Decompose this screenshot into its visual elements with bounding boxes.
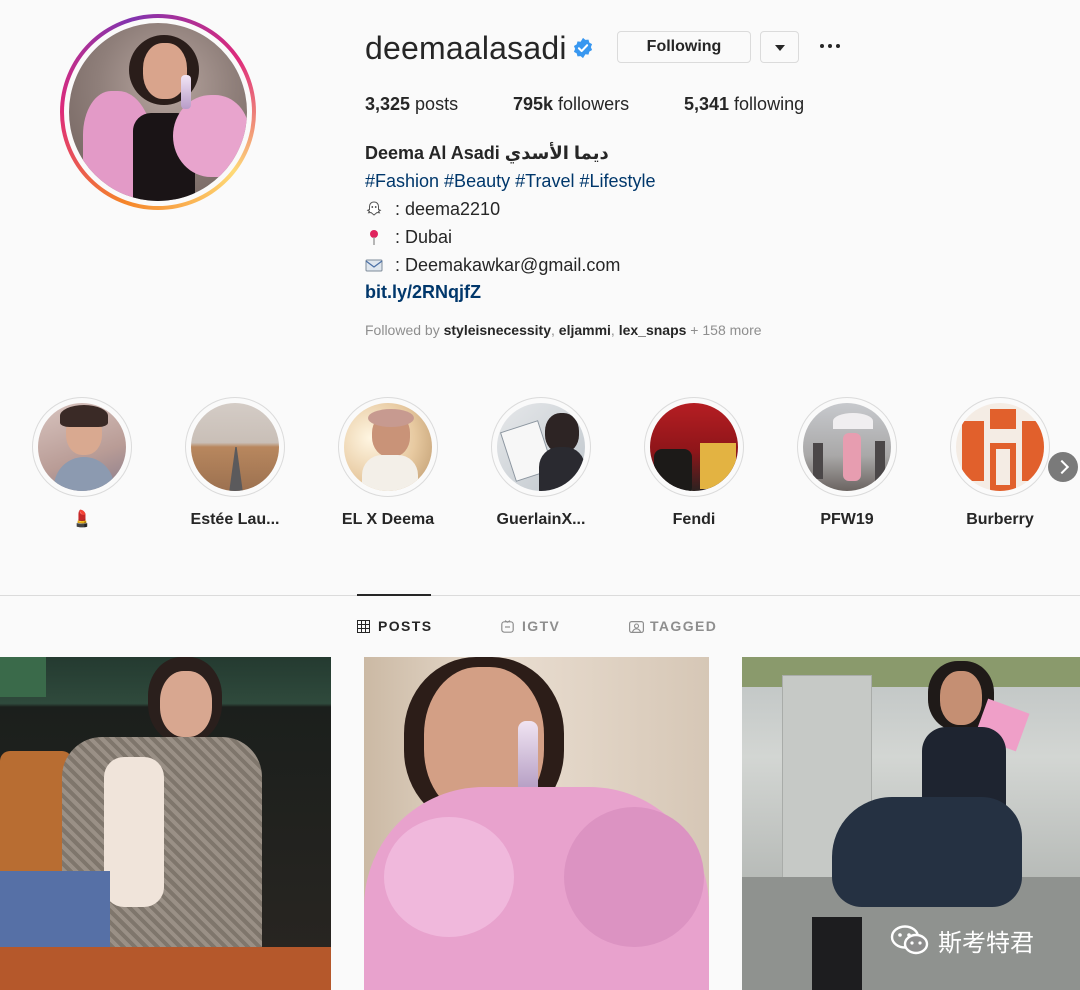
tab-tagged[interactable]: TAGGED <box>629 616 717 636</box>
highlight-guerlain[interactable] <box>491 397 591 497</box>
highlights-next-arrow-icon[interactable] <box>1048 452 1078 482</box>
verified-badge-icon <box>573 37 593 59</box>
highlight-burberry[interactable] <box>950 397 1050 497</box>
email-envelope-icon <box>365 256 383 274</box>
location-pin-icon <box>365 228 383 246</box>
active-tab-indicator <box>357 594 431 596</box>
caret-down-icon <box>775 45 785 51</box>
highlight-label: 💄 <box>72 511 92 528</box>
grid-icon <box>357 619 370 633</box>
highlight-label: Burberry <box>966 511 1034 528</box>
tab-posts[interactable]: POSTS <box>357 616 432 636</box>
highlight-el-x-deema[interactable] <box>338 397 438 497</box>
bio-line-snapchat: : deema2210 <box>365 197 500 221</box>
post-thumbnail[interactable] <box>364 657 709 990</box>
bio-hashtags[interactable]: #Fashion #Beauty #Travel #Lifestyle <box>365 169 656 193</box>
post-thumbnail[interactable] <box>0 657 331 990</box>
highlight-label: Estée Lau... <box>190 511 280 528</box>
tab-igtv[interactable]: IGTV <box>501 616 560 636</box>
highlight-label: PFW19 <box>820 511 874 528</box>
more-options-icon[interactable] <box>818 33 842 57</box>
followers-count[interactable]: 795k followers <box>513 92 629 116</box>
snapchat-ghost-icon <box>365 200 383 218</box>
wechat-watermark: 斯考特君 <box>890 920 1034 960</box>
bio-line-email: : Deemakawkar@gmail.com <box>365 253 620 277</box>
suggestions-dropdown-button[interactable] <box>760 31 799 63</box>
avatar-photo <box>69 23 247 201</box>
wechat-icon <box>890 924 930 956</box>
highlight-label: Fendi <box>672 511 716 528</box>
highlight-estee-lauder[interactable] <box>185 397 285 497</box>
bio-line-location: : Dubai <box>365 225 452 249</box>
highlight-fendi[interactable] <box>644 397 744 497</box>
followed-by-text[interactable]: Followed by styleisnecessity, eljammi, l… <box>365 321 762 339</box>
tabs-divider <box>0 595 1080 596</box>
posts-count: 3,325 posts <box>365 94 459 114</box>
profile-username: deemaalasadi <box>365 30 567 66</box>
tagged-icon <box>629 620 645 633</box>
highlight-pfw19[interactable] <box>797 397 897 497</box>
highlight-label: EL X Deema <box>341 511 435 528</box>
following-count[interactable]: 5,341 following <box>684 92 804 116</box>
following-button[interactable]: Following <box>617 31 751 63</box>
profile-full-name: Deema Al Asadi ديما الأسدي <box>365 143 609 163</box>
profile-avatar[interactable] <box>60 14 256 210</box>
bio-external-link[interactable]: bit.ly/2RNqjfZ <box>365 280 481 304</box>
igtv-icon <box>501 619 514 633</box>
highlight-label: GuerlainX... <box>496 511 586 528</box>
highlight-lipstick[interactable] <box>32 397 132 497</box>
